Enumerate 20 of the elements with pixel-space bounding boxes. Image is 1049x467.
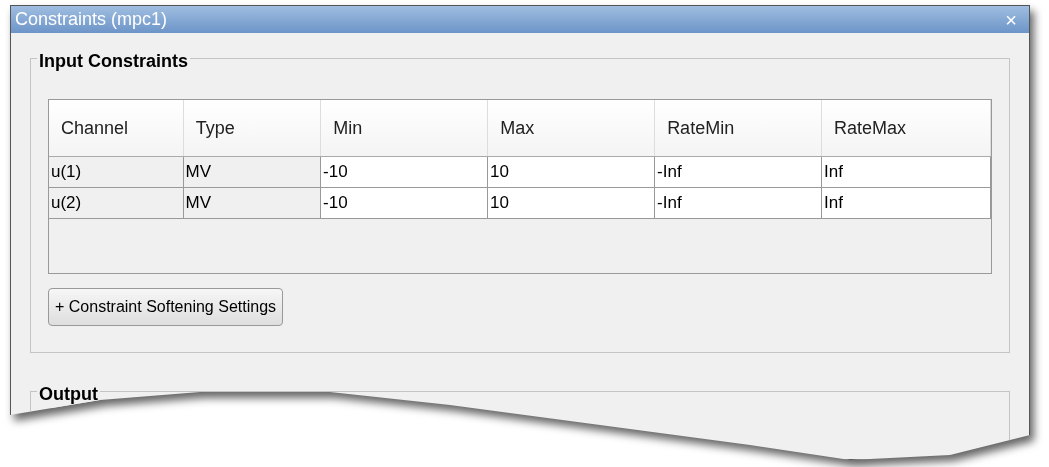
table-cell: u(2) <box>49 188 184 218</box>
table-cell: MV <box>183 188 322 218</box>
column-header[interactable]: Type <box>183 100 322 156</box>
column-header[interactable]: RateMax <box>822 100 991 156</box>
table-cell[interactable]: Inf <box>822 188 991 218</box>
window-title: Constraints (mpc1) <box>15 8 168 31</box>
column-header[interactable]: RateMin <box>655 100 823 156</box>
table-cell[interactable]: 10 <box>488 188 656 218</box>
softening-settings-button[interactable]: + Constraint Softening Settings <box>48 288 284 326</box>
table-cell[interactable]: -10 <box>321 157 489 187</box>
table-cell[interactable]: -Inf <box>655 157 823 187</box>
column-header[interactable]: Min <box>321 100 489 156</box>
table-cell: u(1) <box>49 157 184 187</box>
column-header[interactable]: Max <box>488 100 656 156</box>
table-cell[interactable]: -10 <box>321 188 489 218</box>
table-cell: MV <box>183 157 322 187</box>
table-cell[interactable]: 10 <box>488 157 656 187</box>
column-header[interactable]: Channel <box>49 100 184 156</box>
table-cell[interactable]: -Inf <box>655 188 823 218</box>
table-cell[interactable]: Inf <box>822 157 991 187</box>
